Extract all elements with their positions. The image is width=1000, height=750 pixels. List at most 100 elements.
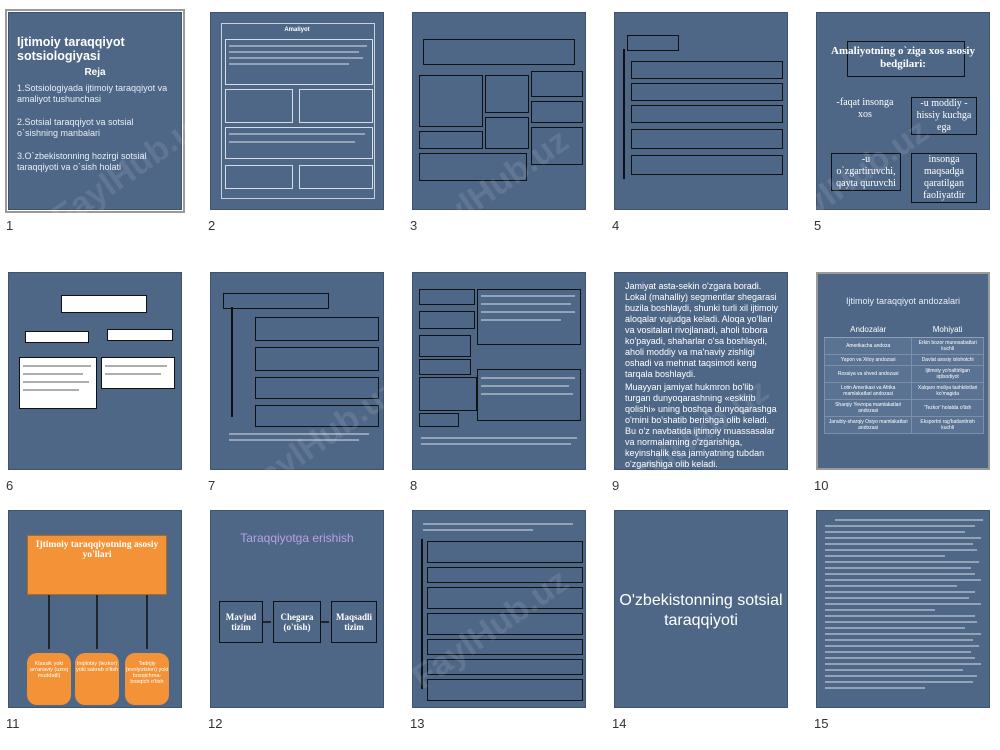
table-row: Janubiy-sharqiy Osiyo mamlakatlari andoz… bbox=[823, 416, 984, 434]
diagram-box bbox=[423, 39, 575, 65]
slide-thumb-10[interactable]: Ijtimoiy taraqqiyot andozalari Andozalar… bbox=[814, 272, 990, 497]
diagram-box bbox=[419, 377, 477, 411]
slide-number: 4 bbox=[612, 218, 620, 233]
diagram-box bbox=[419, 311, 475, 329]
slide-number: 7 bbox=[208, 478, 216, 493]
slide-number: 13 bbox=[410, 716, 425, 731]
slide-number: 10 bbox=[814, 478, 829, 493]
text-box bbox=[225, 89, 293, 123]
slide-number: 3 bbox=[410, 218, 418, 233]
text-box bbox=[299, 165, 373, 189]
slide-canvas: Jamiyat asta-sekin o'zgara boradi. Lokal… bbox=[614, 272, 788, 470]
slide-thumb-5[interactable]: Amaliyotning o`ziga xos asosiy bedgilari… bbox=[814, 12, 990, 237]
column-header: Mohiyati bbox=[911, 322, 984, 338]
slide-number: 5 bbox=[814, 218, 822, 233]
slide-canvas: Amaliyot bbox=[210, 12, 384, 210]
slide-canvas bbox=[412, 510, 586, 708]
slide-thumb-13[interactable]: 13 bbox=[410, 510, 586, 735]
paragraph: Muayyan jamiyat hukmron bo'lib turgan du… bbox=[625, 382, 777, 469]
diagram-box bbox=[107, 329, 173, 341]
slide-number: 14 bbox=[612, 716, 627, 731]
diagram-box bbox=[255, 347, 379, 371]
list-item: 2.Sotsial taraqqiyot va sotsial o`sishni… bbox=[17, 117, 134, 138]
slide-number: 8 bbox=[410, 478, 418, 493]
table-row: Rossiya va shved andozasi Ijtimoiy yo'nal… bbox=[823, 365, 984, 383]
arrow-icon bbox=[263, 621, 329, 623]
slide-thumb-14[interactable]: O'zbekistonning sotsial taraqqiyoti 14 bbox=[612, 510, 788, 735]
slide-thumb-9[interactable]: Jamiyat asta-sekin o'zgara boradi. Lokal… bbox=[612, 272, 788, 497]
slide-title: Amaliyotning o`ziga xos asosiy bedgilari… bbox=[831, 45, 975, 70]
slide-canvas bbox=[816, 510, 990, 708]
column-header: Andozalar bbox=[824, 322, 912, 338]
table-row: Yapon va Xitoy andozasi Davlat asosiy isl… bbox=[823, 354, 984, 366]
diagram-box bbox=[485, 117, 529, 149]
feature-box: -u moddiy - hissiy kuchga ega bbox=[911, 97, 977, 135]
diagram-box bbox=[419, 289, 475, 305]
text-box bbox=[225, 165, 293, 189]
diagram-box bbox=[419, 335, 471, 357]
diagram-box bbox=[427, 613, 583, 635]
diagram-box bbox=[255, 405, 379, 427]
slide-thumb-11[interactable]: Ijtimoiy taraqqiyotning asosiy yo'llari … bbox=[6, 510, 182, 735]
diagram-box bbox=[61, 295, 147, 313]
slide-number: 12 bbox=[208, 716, 223, 731]
data-table: Andozalar Mohiyati Amerikacha andoza Erki… bbox=[823, 322, 984, 434]
diagram-box bbox=[477, 289, 581, 345]
body-text: Jamiyat asta-sekin o'zgara boradi. Lokal… bbox=[625, 281, 779, 469]
diagram-box bbox=[485, 75, 529, 113]
slide-canvas bbox=[412, 12, 586, 210]
diagram-box bbox=[427, 541, 583, 563]
path-oval: Inqilobiy (tezkor) yoki sakrab o'tish bbox=[75, 653, 119, 705]
slide-canvas: Ijtimoiy taraqqiyotning asosiy yo'llari … bbox=[8, 510, 182, 708]
list-item: 3.O`zbekistonning hozirgi sotsial taraqq… bbox=[17, 151, 147, 172]
diagram-box bbox=[631, 105, 783, 123]
diagram-box bbox=[627, 35, 679, 51]
feature-box: insonga maqsadga qaratilgan faoliyatdir bbox=[911, 153, 977, 203]
slide-canvas bbox=[210, 272, 384, 470]
diagram-box bbox=[255, 377, 379, 399]
paragraph: Jamiyat asta-sekin o'zgara boradi. Lokal… bbox=[625, 281, 779, 379]
slide-canvas: Taraqqiyotga erishish Mavjud tizim Chega… bbox=[210, 510, 384, 708]
slide-canvas: Ijtimoiy taraqqiyot andozalari Andozalar… bbox=[816, 272, 990, 470]
diagram-box bbox=[631, 129, 783, 149]
slide-title: Ijtimoiy taraqqiyot sotsiologiyasi bbox=[17, 35, 125, 63]
path-oval: Klassik yoki an'anaviy (uzoq muddatli) bbox=[27, 653, 71, 705]
slide-thumb-3[interactable]: 3 bbox=[410, 12, 586, 237]
diagram-box bbox=[419, 413, 459, 427]
diagram-box bbox=[531, 71, 583, 97]
text-box bbox=[299, 89, 373, 123]
slide-thumb-2[interactable]: Amaliyot 2 bbox=[208, 12, 384, 237]
diagram-box bbox=[427, 587, 583, 609]
slide-thumb-8[interactable]: 8 bbox=[410, 272, 586, 497]
diagram-box bbox=[25, 331, 89, 343]
diagram-box bbox=[419, 153, 527, 181]
slide-number: 1 bbox=[6, 218, 14, 233]
diagram-box bbox=[631, 83, 783, 101]
slide-thumb-12[interactable]: Taraqqiyotga erishish Mavjud tizim Chega… bbox=[208, 510, 384, 735]
slide-canvas bbox=[412, 272, 586, 470]
diagram-box bbox=[427, 679, 583, 701]
slide-thumb-4[interactable]: 4 bbox=[612, 12, 788, 237]
slide-thumb-6[interactable]: 6 bbox=[6, 272, 182, 497]
slide-thumb-1[interactable]: Ijtimoiy taraqqiyot sotsiologiyasi Reja … bbox=[5, 9, 185, 237]
diagram-box bbox=[419, 75, 483, 127]
diagram-box bbox=[427, 567, 583, 583]
table-row: Amerikacha andoza Erkin bozor munosabatla… bbox=[823, 337, 984, 355]
diagram-box bbox=[419, 131, 483, 149]
slide-thumb-7[interactable]: 7 bbox=[208, 272, 384, 497]
table-row: Lotin Amerikasi va Afrika mamlakatlari a… bbox=[823, 382, 984, 400]
slide-title: O'zbekistonning sotsial taraqqiyoti bbox=[619, 592, 783, 629]
slide-number: 9 bbox=[612, 478, 620, 493]
diagram-box bbox=[419, 359, 471, 375]
slide-subtitle: Reja bbox=[84, 67, 106, 78]
text-box bbox=[225, 127, 373, 159]
feature-box: -u o`zgartiruvchi, qayta quruvchi bbox=[831, 153, 901, 191]
path-oval: Tadrijiy (evolyutsion) yoki bosqichma-bo… bbox=[125, 653, 169, 705]
slide-thumb-15[interactable]: 15 bbox=[814, 510, 990, 735]
slide-number: 15 bbox=[814, 716, 829, 731]
diagram-box bbox=[255, 317, 379, 341]
slide-canvas bbox=[8, 272, 182, 470]
table-row: Sharqiy Yevropa mamlakatlari andozasi 'Te… bbox=[823, 399, 984, 417]
slide-canvas: Ijtimoiy taraqqiyot sotsiologiyasi Reja … bbox=[5, 9, 185, 213]
list-item: 1.Sotsiologiyada ijtimoiy taraqqiyot va … bbox=[17, 83, 168, 104]
